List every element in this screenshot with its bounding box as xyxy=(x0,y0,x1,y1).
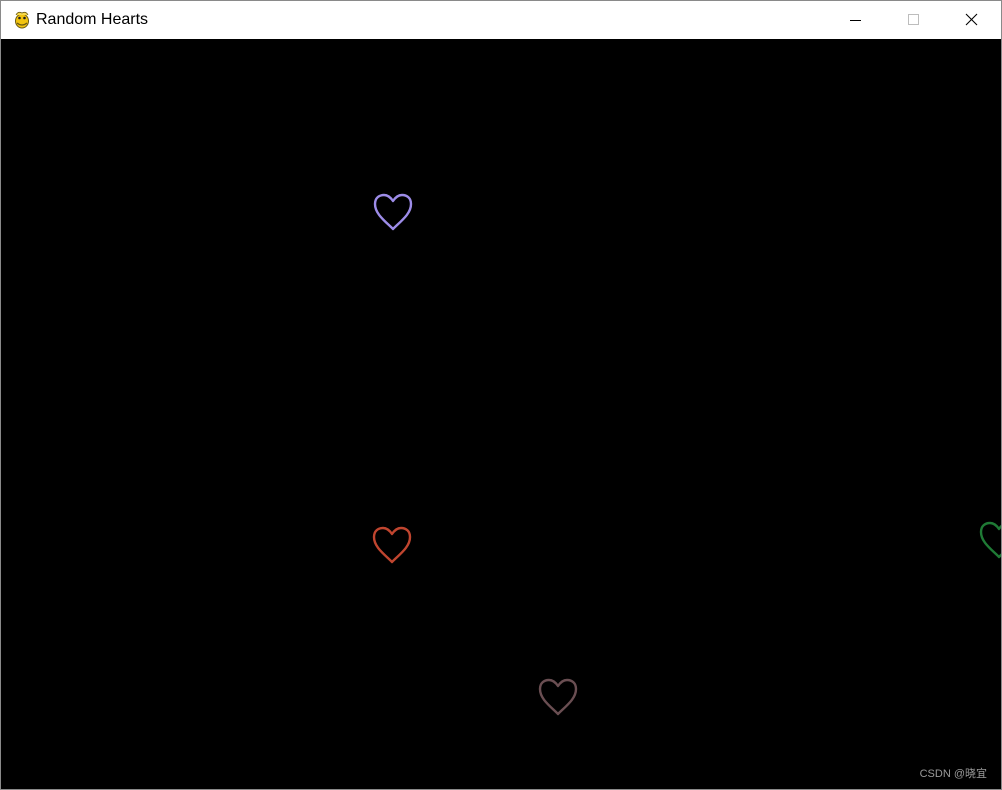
close-button[interactable] xyxy=(942,1,1001,39)
maximize-button[interactable] xyxy=(884,1,942,39)
heart-outline xyxy=(538,678,578,716)
python-snake-icon xyxy=(12,10,32,30)
heart-shape xyxy=(371,192,415,232)
heart-outline xyxy=(979,521,1001,559)
watermark-text: CSDN @晓宜 xyxy=(919,768,987,780)
game-canvas[interactable]: CSDN @晓宜 xyxy=(1,39,1001,789)
window-title: Random Hearts xyxy=(36,11,149,28)
close-icon xyxy=(965,13,978,26)
heart-shape xyxy=(370,525,414,565)
heart-shape xyxy=(536,677,580,717)
app-window: Random Hearts CSDN @晓宜 xyxy=(0,0,1002,790)
maximize-icon xyxy=(908,14,919,25)
heart-outline xyxy=(372,526,412,564)
title-bar[interactable]: Random Hearts xyxy=(1,1,1001,39)
minimize-icon xyxy=(850,20,861,21)
heart-shape xyxy=(977,520,1001,560)
minimize-button[interactable] xyxy=(826,1,884,39)
heart-outline xyxy=(373,193,413,231)
